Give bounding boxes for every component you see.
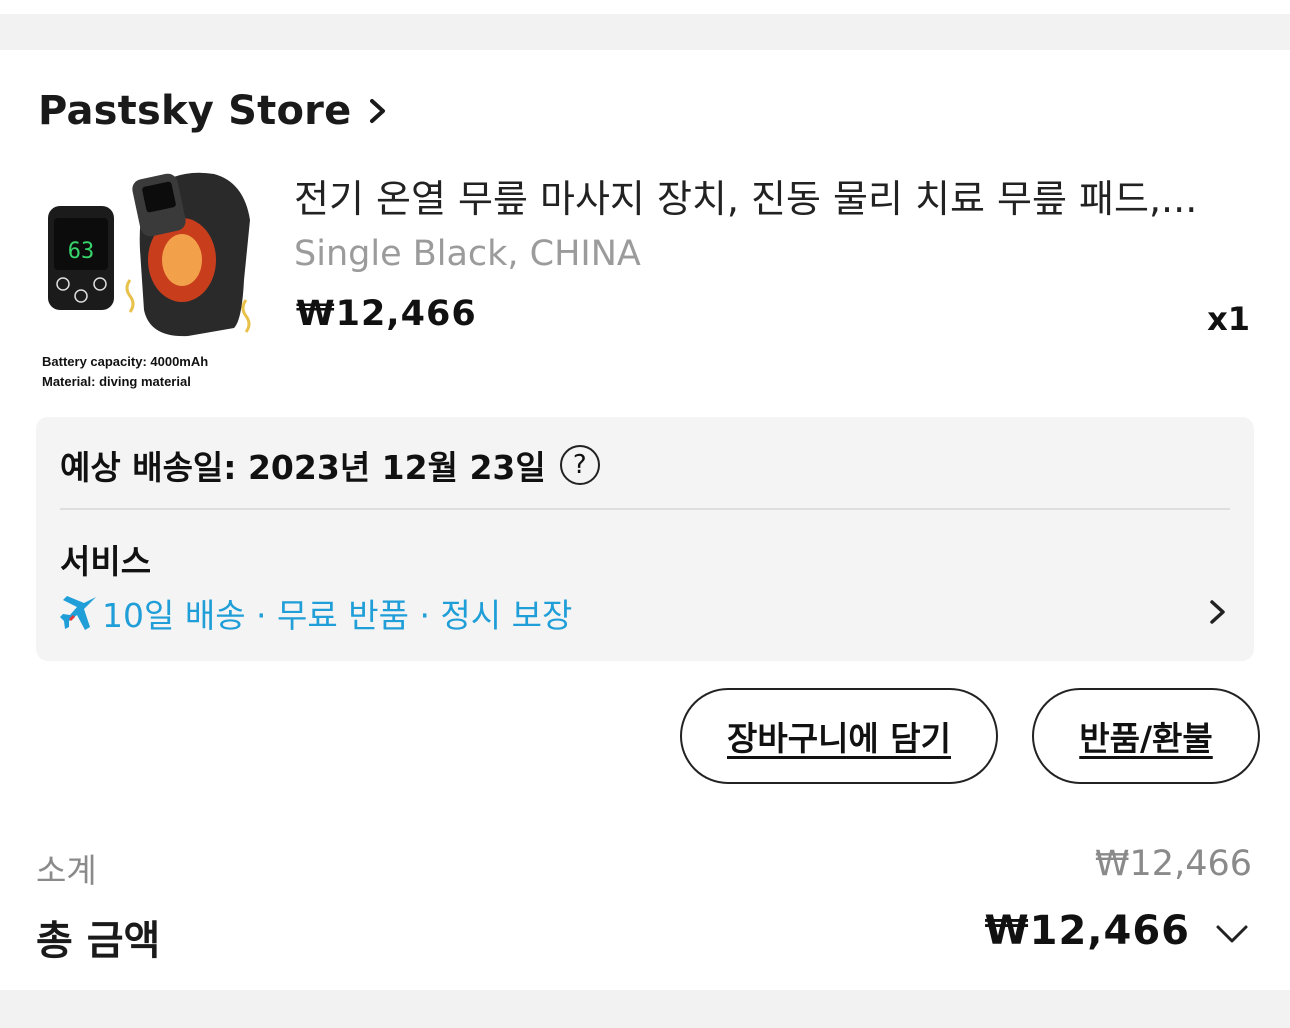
chevron-down-icon[interactable] (1214, 920, 1250, 948)
store-link[interactable]: Pastsky Store (38, 88, 389, 134)
services-link[interactable]: 10일 배송 · 무료 반품 · 정시 보장 (60, 589, 572, 637)
return-refund-button[interactable]: 반품/환불 (1032, 688, 1260, 784)
subtotal-value: ₩12,466 (1094, 844, 1252, 884)
help-icon[interactable]: ? (559, 445, 600, 485)
image-caption-material: Material: diving material (42, 374, 191, 389)
remote-display-value: 63 (68, 239, 95, 264)
product-image[interactable]: 63 Battery capacity: 4000mAh Material: d… (38, 160, 270, 396)
chevron-right-icon (370, 99, 386, 123)
divider (60, 508, 1230, 510)
image-caption-battery: Battery capacity: 4000mAh (42, 354, 208, 369)
store-name: Pastsky Store (38, 88, 352, 134)
chevron-right-icon[interactable] (1208, 597, 1228, 627)
product-variant: Single Black, CHINA (294, 234, 641, 274)
services-label: 서비스 (60, 542, 152, 581)
add-to-cart-button[interactable]: 장바구니에 담기 (680, 688, 998, 784)
estimated-delivery-text: 예상 배송일: 2023년 12월 23일 (60, 448, 546, 487)
product-price: ₩12,466 (296, 294, 477, 334)
product-title[interactable]: 전기 온열 무릎 마사지 장치, 진동 물리 치료 무릎 패드,... (294, 168, 1224, 223)
estimated-delivery: 예상 배송일: 2023년 12월 23일 ? (60, 441, 600, 489)
bottom-separator-band (0, 990, 1290, 1028)
shipping-info-box: 예상 배송일: 2023년 12월 23일 ? 서비스 10일 배송 · 무료 … (36, 417, 1254, 661)
top-separator-band (0, 14, 1290, 50)
airplane-icon (60, 596, 96, 630)
services-text: 10일 배송 · 무료 반품 · 정시 보장 (102, 596, 573, 635)
subtotal-label: 소계 (36, 851, 97, 890)
total-value: ₩12,466 (984, 908, 1190, 954)
product-quantity: x1 (1207, 300, 1250, 338)
total-label: 총 금액 (36, 918, 161, 964)
